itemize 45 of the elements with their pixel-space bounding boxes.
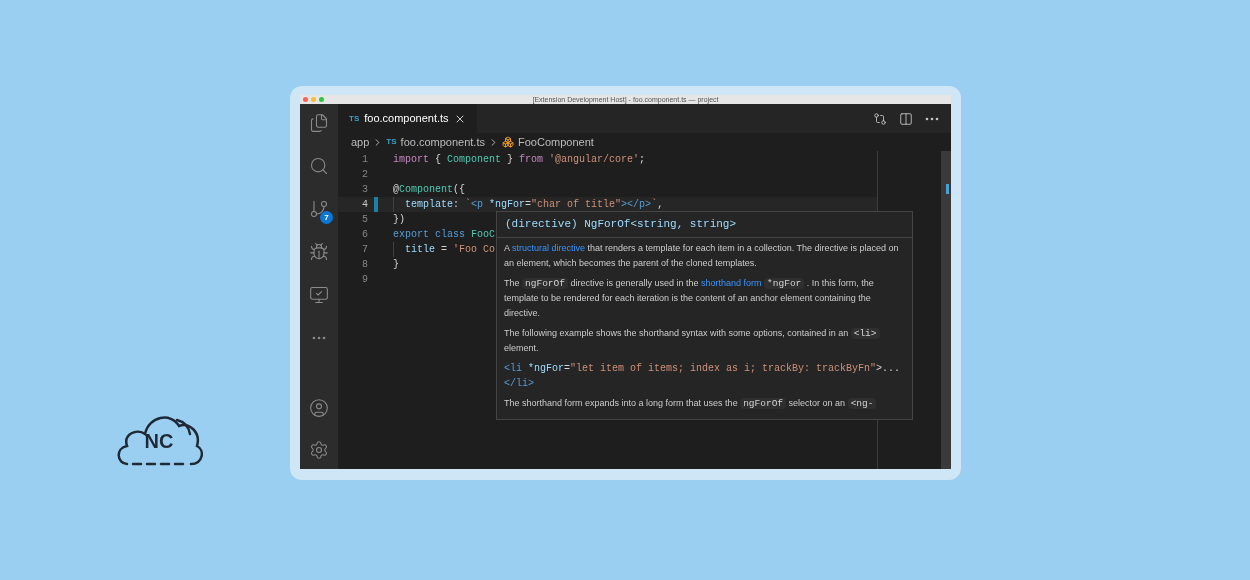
line-number: 9 <box>361 273 369 287</box>
activity-bar-button[interactable] <box>307 397 331 419</box>
editor-tab[interactable]: TS foo.component.ts <box>338 104 477 133</box>
breadcrumb-item[interactable]: FooComponent <box>502 133 594 151</box>
code-example: <li *ngFor="let item of items; index as i; trackBy: trackByFn">... </li> <box>504 361 902 391</box>
line-number: 1 <box>361 153 369 167</box>
remote-explorer-icon <box>309 285 329 305</box>
line-number: 4 <box>361 198 369 212</box>
account-icon <box>309 398 329 418</box>
settings-icon <box>309 440 329 460</box>
hover-paragraph: The shorthand form expands into a long form that uses the ngForOf selector on an <ng- <box>504 395 905 411</box>
code-line: template: `<p *ngFor="char of title"></p>`, <box>405 197 664 212</box>
files-icon <box>309 113 329 133</box>
compare-changes-icon[interactable] <box>873 111 887 126</box>
code-line: import { Component } from '@angular/core'; <box>393 153 646 167</box>
code-line: title = 'Foo Co <box>405 243 496 257</box>
more-actions-icon[interactable] <box>925 116 939 121</box>
activity-bar-button[interactable] <box>307 284 331 306</box>
hover-paragraph: The following example shows the shorthand syntax with some options, contained in an <li> element. <box>504 325 905 356</box>
breadcrumb-item[interactable]: app <box>351 133 370 151</box>
line-number: 5 <box>361 213 369 227</box>
code-line: @Component({ <box>393 183 466 197</box>
hover-paragraph: The ngForOf directive is generally used in the shorthand form *ngFor . In this form, the template to be rendered for each iteration is the content of an anchor element containing the directive. <box>504 276 875 320</box>
line-number: 2 <box>361 168 369 182</box>
line-number: 3 <box>361 183 369 197</box>
activity-bar-button[interactable] <box>307 241 331 263</box>
notification-badge: 7 <box>320 211 333 224</box>
line-number: 8 <box>361 258 369 272</box>
hover-signature: (directive) NgForOf<string, string> <box>497 212 912 238</box>
file-type-label: TS <box>349 112 360 125</box>
search-icon <box>309 156 329 176</box>
split-editor-icon[interactable] <box>899 111 913 126</box>
class-symbol-icon <box>502 136 514 148</box>
source-control-icon <box>309 199 329 219</box>
code-line: }) <box>393 213 405 227</box>
logo-text: NC <box>144 429 174 454</box>
more-icon <box>312 336 326 340</box>
line-number: 7 <box>361 243 369 257</box>
code-line: export class FooC <box>393 228 496 242</box>
code-line: } <box>393 258 399 272</box>
tab-label: foo.component.ts <box>364 111 449 127</box>
line-number: 6 <box>361 228 369 242</box>
hover-paragraph: A structural directive that renders a template for each item in a collection. The directive is placed on an element, which becomes the parent of the cloned templates. <box>504 241 900 270</box>
run-debug-icon <box>309 242 329 262</box>
breadcrumb-item[interactable]: TS foo.component.ts <box>386 133 485 151</box>
